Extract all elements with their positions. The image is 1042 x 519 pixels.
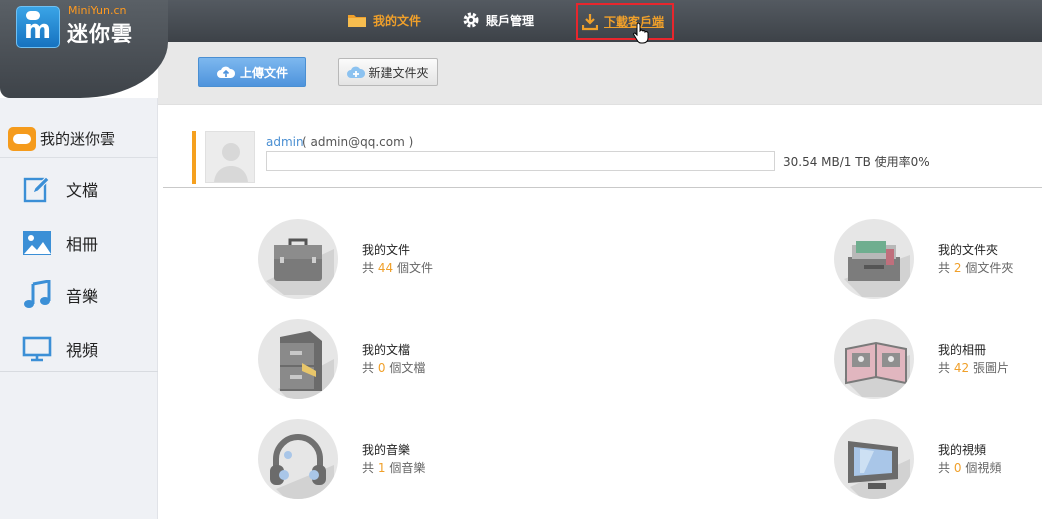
count-suffix: 個視頻 — [965, 461, 1002, 475]
user-name-link[interactable]: admin — [266, 135, 304, 149]
cloud-icon — [8, 126, 36, 151]
toolbar: 上傳文件 新建文件夾 — [158, 42, 1042, 105]
logo-name: 迷你雲 — [67, 22, 133, 46]
card-title: 我的文件夾 — [938, 243, 999, 257]
nav-my-files[interactable]: 我的文件 — [347, 0, 421, 40]
sidebar-item-label: 文檔 — [66, 181, 99, 200]
card-count: 共 0 個文檔 — [362, 359, 425, 376]
count-suffix: 個文件 — [396, 261, 433, 275]
sidebar-divider — [0, 371, 158, 372]
sidebar-item-label: 視頻 — [66, 341, 99, 360]
user-accent-bar — [192, 131, 196, 184]
cloud-upload-icon — [216, 66, 236, 78]
avatar[interactable] — [205, 131, 255, 183]
nav-my-files-label: 我的文件 — [373, 13, 422, 28]
tv-monitor-icon — [834, 419, 914, 499]
upload-button-label: 上傳文件 — [239, 65, 288, 80]
count-number: 2 — [953, 261, 962, 275]
user-email: ( admin@qq.com ) — [302, 135, 414, 149]
new-folder-button[interactable]: 新建文件夾 — [338, 58, 438, 86]
count-number: 44 — [377, 261, 394, 275]
content-divider — [163, 187, 1042, 188]
miniyun-logo-icon: m — [16, 6, 60, 48]
count-prefix: 共 — [938, 261, 951, 275]
sidebar-title-label: 我的迷你雲 — [40, 130, 116, 148]
sidebar-item-label: 音樂 — [66, 287, 99, 306]
card-my-albums[interactable]: 我的相冊 共 42 張圖片 — [834, 319, 1034, 401]
monitor-icon — [22, 334, 52, 364]
count-prefix: 共 — [362, 461, 375, 475]
logo-site: MiniYun.cn — [68, 4, 127, 17]
count-suffix: 個音樂 — [389, 461, 426, 475]
card-my-videos[interactable]: 我的視頻 共 0 個視頻 — [834, 419, 1034, 501]
gear-icon — [463, 12, 479, 28]
nav-account-label: 賬戶管理 — [486, 13, 535, 28]
card-title: 我的相冊 — [938, 343, 987, 357]
card-my-music[interactable]: 我的音樂 共 1 個音樂 — [258, 419, 498, 501]
card-title: 我的視頻 — [938, 443, 987, 457]
card-my-files[interactable]: 我的文件 共 44 個文件 — [258, 219, 498, 301]
sidebar-item-albums[interactable]: 相冊 — [0, 216, 158, 270]
edit-icon — [22, 174, 52, 204]
count-prefix: 共 — [362, 361, 375, 375]
user-silhouette-icon — [214, 143, 248, 182]
sidebar-item-videos[interactable]: 視頻 — [0, 322, 158, 376]
card-count: 共 42 張圖片 — [938, 359, 1009, 376]
card-my-folders[interactable]: 我的文件夾 共 2 個文件夾 — [834, 219, 1034, 301]
card-title: 我的文檔 — [362, 343, 411, 357]
count-suffix: 張圖片 — [972, 361, 1009, 375]
card-title: 我的文件 — [362, 243, 411, 257]
card-count: 共 44 個文件 — [362, 259, 433, 276]
headphones-icon — [258, 419, 338, 499]
count-number: 0 — [377, 361, 386, 375]
nav-download-client[interactable]: 下載客戶端 — [576, 3, 675, 40]
sidebar: 我的迷你雲 文檔 相冊 音樂 視頻 — [0, 98, 158, 519]
folder-box-icon — [834, 219, 914, 299]
briefcase-icon — [258, 219, 338, 299]
count-prefix: 共 — [938, 361, 951, 375]
download-icon — [582, 13, 598, 30]
cloud-add-icon — [347, 66, 366, 78]
image-icon — [22, 228, 52, 258]
count-number: 42 — [953, 361, 970, 375]
card-title: 我的音樂 — [362, 443, 411, 457]
sidebar-title[interactable]: 我的迷你雲 — [0, 120, 158, 158]
quota-progress-bar — [266, 151, 775, 171]
new-folder-button-label: 新建文件夾 — [368, 65, 429, 80]
quota-text: 30.54 MB/1 TB 使用率0% — [783, 155, 930, 169]
sidebar-item-documents[interactable]: 文檔 — [0, 162, 158, 216]
count-suffix: 個文件夾 — [965, 261, 1014, 275]
count-prefix: 共 — [362, 261, 375, 275]
card-count: 共 0 個視頻 — [938, 459, 1001, 476]
upload-button[interactable]: 上傳文件 — [198, 57, 306, 87]
count-prefix: 共 — [938, 461, 951, 475]
count-number: 0 — [953, 461, 962, 475]
file-cabinet-icon — [258, 319, 338, 399]
folder-icon — [348, 15, 366, 27]
logo[interactable]: m MiniYun.cn 迷你雲 — [0, 0, 168, 98]
count-suffix: 個文檔 — [389, 361, 426, 375]
sidebar-item-label: 相冊 — [66, 235, 99, 254]
card-count: 共 2 個文件夾 — [938, 259, 1013, 276]
card-count: 共 1 個音樂 — [362, 459, 425, 476]
music-icon — [22, 280, 52, 310]
nav-account[interactable]: 賬戶管理 — [462, 0, 534, 40]
sidebar-item-music[interactable]: 音樂 — [0, 268, 158, 322]
photo-album-icon — [834, 319, 914, 399]
count-number: 1 — [377, 461, 386, 475]
hand-cursor-icon — [633, 22, 649, 44]
card-my-documents[interactable]: 我的文檔 共 0 個文檔 — [258, 319, 498, 401]
